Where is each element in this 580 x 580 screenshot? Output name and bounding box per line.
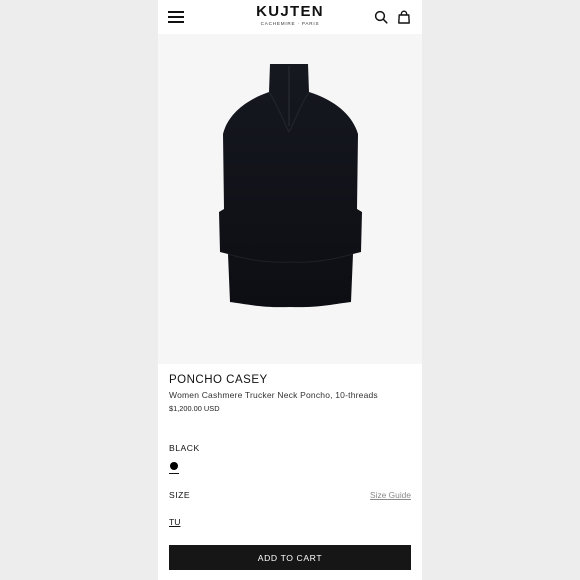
size-option-tu[interactable]: TU bbox=[169, 517, 180, 527]
product-title: PONCHO CASEY bbox=[169, 374, 268, 386]
logo-subtitle: CACHEMIRE · PARIS bbox=[260, 21, 320, 26]
hamburger-menu-icon[interactable] bbox=[168, 11, 184, 23]
poncho-image bbox=[219, 64, 362, 308]
shopping-bag-icon[interactable] bbox=[397, 10, 411, 24]
add-to-cart-button[interactable]: ADD TO CART bbox=[169, 545, 411, 570]
swatch-dot bbox=[170, 462, 178, 470]
color-label: BLACK bbox=[169, 443, 200, 453]
product-price: $1,200.00 USD bbox=[169, 404, 220, 413]
color-swatch-black[interactable] bbox=[169, 461, 179, 475]
brand-logo[interactable]: KUJTEN CACHEMIRE · PARIS bbox=[240, 4, 340, 27]
search-icon[interactable] bbox=[374, 10, 388, 24]
logo-text: KUJTEN bbox=[256, 3, 324, 20]
site-header: KUJTEN CACHEMIRE · PARIS bbox=[158, 0, 422, 34]
product-subtitle: Women Cashmere Trucker Neck Poncho, 10-t… bbox=[169, 390, 378, 400]
product-info: PONCHO CASEY Women Cashmere Trucker Neck… bbox=[169, 373, 413, 413]
product-page: KUJTEN CACHEMIRE · PARIS PONCHO CASEY Wo… bbox=[158, 0, 422, 580]
size-label: SIZE bbox=[169, 490, 191, 500]
swatch-selected-underline bbox=[169, 473, 179, 474]
size-guide-link[interactable]: Size Guide bbox=[370, 490, 411, 500]
product-image[interactable] bbox=[158, 34, 422, 364]
